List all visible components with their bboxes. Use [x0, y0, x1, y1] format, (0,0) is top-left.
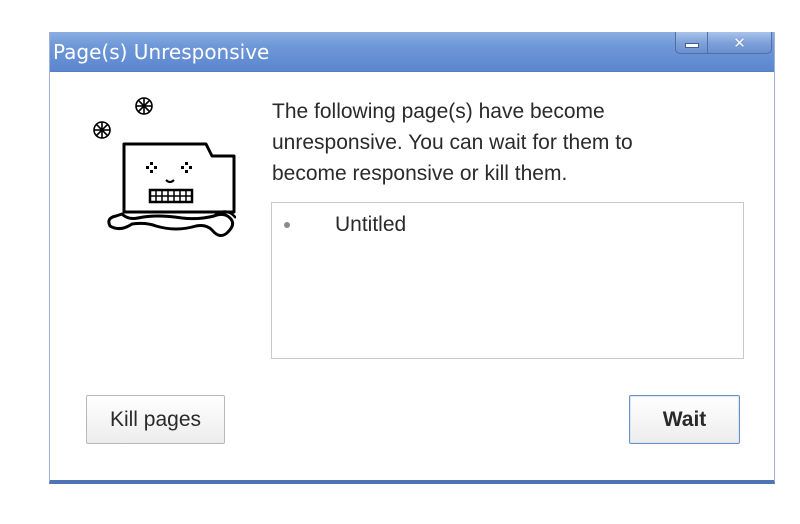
kill-pages-button[interactable]: Kill pages [86, 395, 225, 444]
title-bar[interactable]: Page(s) Unresponsive ✕ [50, 32, 774, 72]
minimize-button[interactable] [675, 32, 708, 54]
sad-tab-illustration-icon [86, 94, 237, 244]
window-controls: ✕ [675, 32, 772, 54]
unresponsive-message: The following page(s) have become unresp… [272, 100, 633, 185]
unresponsive-dialog: Page(s) Unresponsive ✕ The following pag… [49, 32, 775, 484]
close-button[interactable]: ✕ [708, 32, 772, 54]
unresponsive-page-list[interactable]: Untitled [271, 202, 744, 359]
list-item[interactable]: Untitled [272, 213, 743, 237]
wait-button[interactable]: Wait [629, 395, 740, 444]
minimize-icon [684, 43, 699, 48]
close-icon: ✕ [733, 33, 746, 52]
snowflake-icon [93, 121, 111, 139]
window-title: Page(s) Unresponsive [53, 40, 270, 64]
list-item-label: Untitled [335, 213, 407, 236]
bullet-icon [284, 222, 290, 228]
snowflake-icon [135, 97, 153, 115]
